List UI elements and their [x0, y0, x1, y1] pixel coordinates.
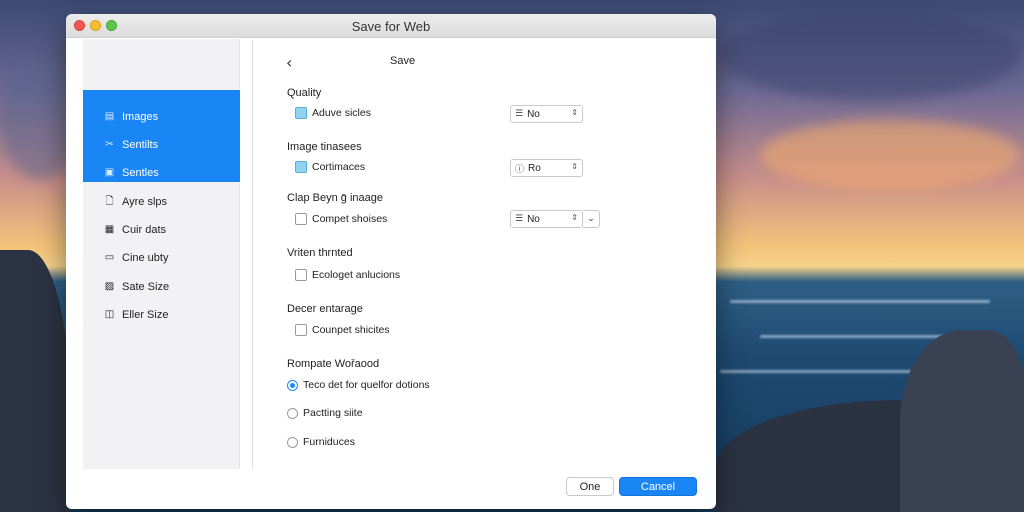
table-icon: ▦ — [104, 224, 115, 235]
settings-panel: ‹ Save Quality Aduve sicles ☰ No ⇕ Image… — [253, 39, 716, 469]
cloud — [760, 120, 1020, 190]
radio-button[interactable] — [287, 436, 298, 448]
display-icon: ▭ — [104, 252, 115, 263]
section-label-image: Image tinasees — [287, 141, 362, 153]
chevron-down-icon[interactable]: ⌄ — [583, 210, 600, 228]
list-icon: ☰ — [515, 109, 524, 119]
radio-option[interactable]: Teco det for quelfor dotions — [287, 379, 430, 391]
sidebar-item-cuir-dats[interactable]: ▦ Cuir dats — [83, 216, 240, 244]
sidebar-region: ▤ Images ✂ Sentilts ▣ Sentles 🗋 Ayre slp… — [66, 39, 252, 509]
sidebar: ▤ Images ✂ Sentilts ▣ Sentles 🗋 Ayre slp… — [83, 39, 240, 469]
select-value: No — [527, 108, 540, 120]
section-label-rompate: Rompate Wořaood — [287, 358, 380, 370]
panel-icon: ◫ — [104, 309, 115, 320]
sidebar-item-ayre-slps[interactable]: 🗋 Ayre slps — [83, 188, 240, 216]
updown-arrows-icon: ⇕ — [571, 213, 578, 222]
sidebar-item-cine-ubty[interactable]: ▭ Cine ubty — [83, 244, 240, 272]
checkbox[interactable] — [295, 107, 307, 119]
sidebar-item-sentilts[interactable]: ✂ Sentilts — [83, 131, 240, 159]
radio-label: Teco det for quelfor dotions — [303, 379, 430, 391]
select-value: Ro — [528, 162, 541, 174]
sidebar-item-eller-size[interactable]: ◫ Eller Size — [83, 301, 240, 329]
sidebar-item-label: Sate Size — [122, 281, 170, 293]
section-label-vriten: Vriten thrnted — [287, 247, 353, 259]
option-row[interactable]: Ecologet anlucions — [295, 269, 400, 281]
wave — [720, 370, 940, 373]
updown-arrows-icon: ⇕ — [571, 162, 578, 171]
cancel-button[interactable]: Cancel — [619, 477, 697, 496]
quality-select[interactable]: ☰ No ⇕ — [510, 105, 583, 123]
radio-option[interactable]: Pactting siite — [287, 407, 363, 419]
frames-icon: ▣ — [104, 167, 115, 178]
save-for-web-dialog: Save for Web ▤ Images ✂ Sentilts ▣ Sentl… — [66, 14, 716, 509]
cloud — [720, 10, 1020, 100]
section-label-quality: Quality — [287, 87, 322, 99]
radio-button[interactable] — [287, 379, 298, 391]
option-label: Cortimaces — [312, 161, 366, 173]
wave — [760, 335, 960, 338]
document-icon: 🗋 — [105, 196, 114, 207]
sidebar-item-label: Images — [122, 111, 159, 123]
option-row[interactable]: Counpet shicites — [295, 324, 390, 336]
option-row[interactable]: Compet shoises — [295, 213, 387, 225]
back-chevron-icon[interactable]: ‹ — [286, 53, 292, 72]
info-icon: ⓘ — [515, 164, 525, 175]
option-label: Compet shoises — [312, 213, 388, 225]
image-select[interactable]: ⓘ Ro ⇕ — [510, 159, 583, 177]
section-label-decer: Decer entarage — [287, 303, 363, 315]
sidebar-item-label: Ayre slps — [122, 196, 168, 208]
sidebar-item-label: Sentilts — [122, 139, 159, 151]
list-icon: ☰ — [515, 214, 524, 224]
sidebar-item-sate-size[interactable]: ▨ Sate Size — [83, 273, 240, 301]
checkbox[interactable] — [295, 213, 307, 225]
radio-label: Furniduces — [303, 436, 355, 448]
sidebar-item-sentles[interactable]: ▣ Sentles — [83, 159, 240, 187]
option-label: Aduve sicles — [312, 107, 371, 119]
sidebar-item-label: Sentles — [122, 167, 159, 179]
one-button[interactable]: One — [566, 477, 614, 496]
sidebar-item-label: Cuir dats — [122, 224, 167, 236]
updown-arrows-icon: ⇕ — [571, 108, 578, 117]
radio-label: Pactting siite — [303, 407, 363, 419]
scissors-icon: ✂ — [105, 139, 114, 150]
radio-option[interactable]: Furniduces — [287, 436, 355, 448]
option-label: Ecologet anlucions — [312, 269, 401, 281]
section-label-clap: Clap Beyn ḡ inaage — [287, 192, 384, 204]
sidebar-item-images[interactable]: ▤ Images — [83, 103, 240, 131]
window-title: Save for Web — [351, 19, 431, 34]
page-title: Save — [390, 55, 416, 67]
checkbox[interactable] — [295, 324, 307, 336]
option-label: Counpet shicites — [312, 324, 390, 336]
sidebar-item-label: Eller Size — [122, 309, 169, 321]
checkbox[interactable] — [295, 161, 307, 173]
option-row[interactable]: Cortimaces — [295, 161, 365, 173]
rock — [0, 250, 70, 512]
wave — [730, 300, 990, 303]
rock — [900, 330, 1024, 512]
image-size-icon: ▨ — [104, 281, 115, 292]
title-bar: Save for Web — [66, 14, 716, 38]
image-list-icon: ▤ — [104, 111, 115, 122]
sidebar-item-label: Cine ubty — [122, 252, 169, 264]
option-row[interactable]: Aduve sicles — [295, 107, 371, 119]
checkbox[interactable] — [295, 269, 307, 281]
clap-select[interactable]: ☰ No ⇕ — [510, 210, 583, 228]
radio-button[interactable] — [287, 407, 298, 419]
select-value: No — [527, 213, 540, 225]
